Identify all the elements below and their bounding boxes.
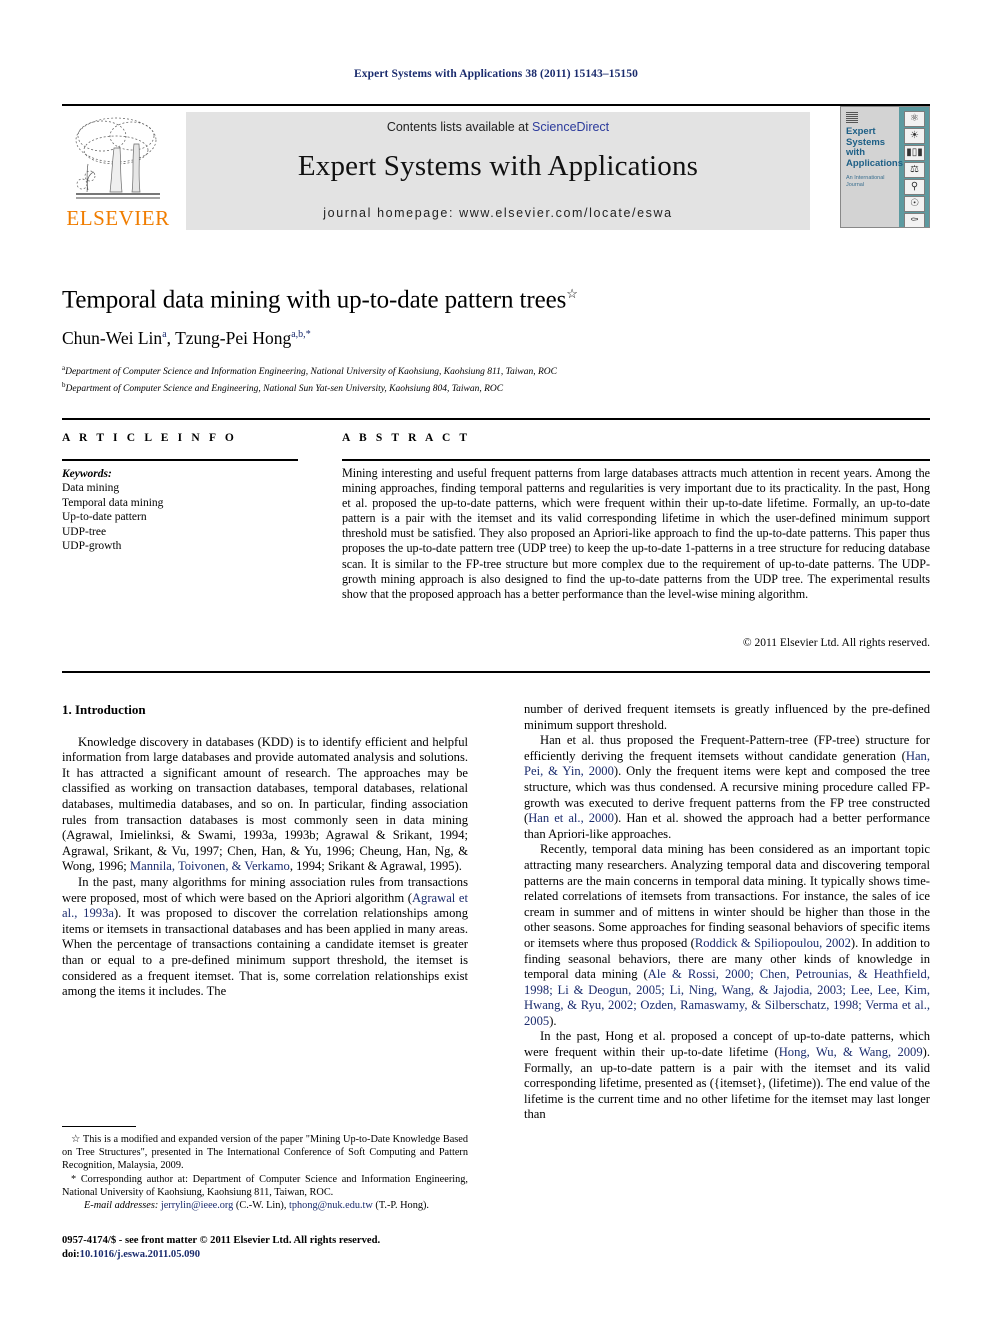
email-owner-2: (T.-P. Hong). bbox=[372, 1200, 430, 1212]
keywords-label: Keywords: bbox=[62, 468, 112, 480]
keyword-item: Temporal data mining bbox=[62, 496, 164, 509]
banner-center-panel: Contents lists available at ScienceDirec… bbox=[186, 112, 810, 230]
cover-journal-name: Expert Systems with Applications bbox=[846, 126, 904, 169]
journal-title: Expert Systems with Applications bbox=[297, 150, 699, 182]
paragraph-text: ). It was proposed to discover the corre… bbox=[62, 906, 468, 999]
paper-title-text: Temporal data mining with up-to-date pat… bbox=[62, 286, 567, 314]
article-info-heading: A R T I C L E I N F O bbox=[62, 432, 237, 444]
citation-link[interactable]: Roddick & Spiliopoulou, 2002 bbox=[695, 936, 851, 950]
author-1: Chun-Wei Lin bbox=[62, 328, 163, 348]
footnote-star: ☆ This is a modified and expanded versio… bbox=[62, 1134, 468, 1172]
affiliation-b: bDepartment of Computer Science and Engi… bbox=[62, 379, 762, 396]
paragraph-text: number of derived frequent itemsets is g… bbox=[524, 702, 930, 732]
article-info-rule bbox=[62, 459, 298, 461]
body-column-left: 1. Introduction Knowledge discovery in d… bbox=[62, 702, 468, 1000]
paragraph-text: , 1994; Srikant & Agrawal, 1995). bbox=[289, 859, 462, 874]
sciencedirect-link[interactable]: ScienceDirect bbox=[532, 120, 609, 134]
footnote-emails: E-mail addresses: jerrylin@ieee.org (C.-… bbox=[62, 1199, 468, 1212]
author-list: Chun-Wei Lina, Tzung-Pei Honga,b,* bbox=[62, 328, 762, 349]
author-2-affil-marker: a,b, bbox=[291, 329, 306, 341]
footnote-corresponding: * Corresponding author at: Department of… bbox=[62, 1173, 468, 1198]
flask-icon: ⚰ bbox=[904, 213, 925, 227]
body-paragraph: Recently, temporal data mining has been … bbox=[524, 842, 930, 1029]
elsevier-wordmark: ELSEVIER bbox=[66, 206, 170, 230]
cover-name-line1: Expert bbox=[846, 126, 876, 137]
imprint-block: 0957-4174/$ - see front matter © 2011 El… bbox=[62, 1234, 502, 1261]
keyword-item: UDP-tree bbox=[62, 525, 107, 538]
body-paragraph: number of derived frequent itemsets is g… bbox=[524, 702, 930, 733]
paragraph-text: Recently, temporal data mining has been … bbox=[524, 842, 930, 950]
journal-homepage-line: journal homepage: www.elsevier.com/locat… bbox=[186, 206, 810, 220]
citation-link[interactable]: Hong, Wu, & Wang, 2009 bbox=[779, 1045, 923, 1059]
cover-subtitle-line2: Journal bbox=[846, 181, 865, 188]
affiliations: aDepartment of Computer Science and Info… bbox=[62, 362, 762, 396]
abstract-heading: A B S T R A C T bbox=[342, 432, 471, 444]
section-heading-introduction: 1. Introduction bbox=[62, 702, 146, 717]
abstract-copyright: © 2011 Elsevier Ltd. All rights reserved… bbox=[742, 637, 930, 649]
homepage-url[interactable]: www.elsevier.com/locate/eswa bbox=[459, 206, 673, 220]
cover-publisher-mark bbox=[846, 112, 858, 123]
right-column-paragraphs: number of derived frequent itemsets is g… bbox=[524, 702, 930, 1123]
contents-prefix: Contents lists available at bbox=[386, 120, 533, 134]
elsevier-tree-icon bbox=[68, 114, 168, 206]
citation-link[interactable]: Han et al., 2000 bbox=[528, 811, 614, 825]
elsevier-logo: ELSEVIER bbox=[64, 114, 172, 230]
doi-line: doi:10.1016/j.eswa.2011.05.090 bbox=[62, 1248, 502, 1262]
microscope-icon: ⚲ bbox=[904, 179, 925, 195]
scales-icon: ⚖ bbox=[904, 162, 925, 178]
email-link-1[interactable]: jerrylin@ieee.org bbox=[161, 1200, 233, 1211]
running-head: Expert Systems with Applications 38 (201… bbox=[354, 68, 638, 80]
atom-icon: ⚛ bbox=[904, 111, 925, 127]
paragraph-text: Han et al. thus proposed the Frequent-Pa… bbox=[524, 733, 930, 763]
left-column-paragraphs: Knowledge discovery in databases (KDD) i… bbox=[62, 735, 468, 1000]
network-icon: ☉ bbox=[904, 196, 925, 212]
info-section-bottom-rule bbox=[62, 671, 930, 673]
keyword-item: Data mining bbox=[62, 482, 120, 495]
body-paragraph: In the past, Hong et al. proposed a conc… bbox=[524, 1029, 930, 1123]
paper-title: Temporal data mining with up-to-date pat… bbox=[62, 286, 762, 314]
paper-page: Expert Systems with Applications 38 (201… bbox=[0, 0, 992, 1323]
corresponding-author-marker: * bbox=[305, 329, 311, 341]
paragraph-text: ). bbox=[549, 1013, 557, 1028]
body-column-right: number of derived frequent itemsets is g… bbox=[524, 702, 930, 1123]
citation-link[interactable]: Mannila, Toivonen, & Verkamo bbox=[130, 859, 290, 873]
globe-icon: ☀ bbox=[904, 128, 925, 144]
paragraph-text: Knowledge discovery in databases (KDD) i… bbox=[62, 734, 468, 874]
journal-cover-thumbnail: Expert Systems with Applications An Inte… bbox=[840, 106, 930, 228]
bar-chart-icon: ▮▯▮ bbox=[904, 145, 925, 161]
footnote-rule bbox=[62, 1126, 136, 1127]
keyword-item: UDP-growth bbox=[62, 540, 122, 553]
issn-copyright-line: 0957-4174/$ - see front matter © 2011 El… bbox=[62, 1235, 381, 1246]
email-link-2[interactable]: tphong@nuk.edu.tw bbox=[289, 1200, 373, 1211]
abstract-rule bbox=[342, 459, 930, 461]
paragraph-text: In the past, many algorithms for mining … bbox=[62, 874, 468, 905]
keyword-item: Up-to-date pattern bbox=[62, 511, 147, 524]
keywords-block: Keywords: Data mining Temporal data mini… bbox=[62, 467, 298, 553]
journal-banner: ELSEVIER Contents lists available at Sci… bbox=[62, 104, 930, 232]
footnotes-block: ☆ This is a modified and expanded versio… bbox=[62, 1133, 468, 1212]
info-section-top-rule bbox=[62, 418, 930, 420]
cover-name-line3: with bbox=[846, 147, 865, 158]
homepage-prefix: journal homepage: bbox=[323, 206, 460, 220]
body-paragraph: Knowledge discovery in databases (KDD) i… bbox=[62, 735, 468, 875]
affiliation-a-text: Department of Computer Science and Infor… bbox=[65, 367, 557, 378]
email-addresses-label: E-mail addresses: bbox=[84, 1200, 159, 1212]
author-2: , Tzung-Pei Hong bbox=[166, 328, 292, 348]
body-paragraph: In the past, many algorithms for mining … bbox=[62, 875, 468, 1000]
cover-name-line4: Applications bbox=[846, 157, 904, 169]
affiliation-a: aDepartment of Computer Science and Info… bbox=[62, 362, 762, 379]
contents-available-line: Contents lists available at ScienceDirec… bbox=[186, 120, 810, 134]
affiliation-b-text: Department of Computer Science and Engin… bbox=[65, 384, 504, 395]
banner-top-rule bbox=[62, 104, 930, 106]
abstract-text: Mining interesting and useful frequent p… bbox=[342, 466, 930, 601]
doi-label: doi: bbox=[62, 1248, 80, 1260]
cover-subtitle: An International Journal bbox=[846, 175, 898, 188]
doi-link[interactable]: 10.1016/j.eswa.2011.05.090 bbox=[80, 1249, 200, 1260]
body-paragraph: Han et al. thus proposed the Frequent-Pa… bbox=[524, 733, 930, 842]
email-owner-1: (C.-W. Lin), bbox=[233, 1200, 290, 1212]
title-footnote-marker: ☆ bbox=[566, 286, 578, 301]
